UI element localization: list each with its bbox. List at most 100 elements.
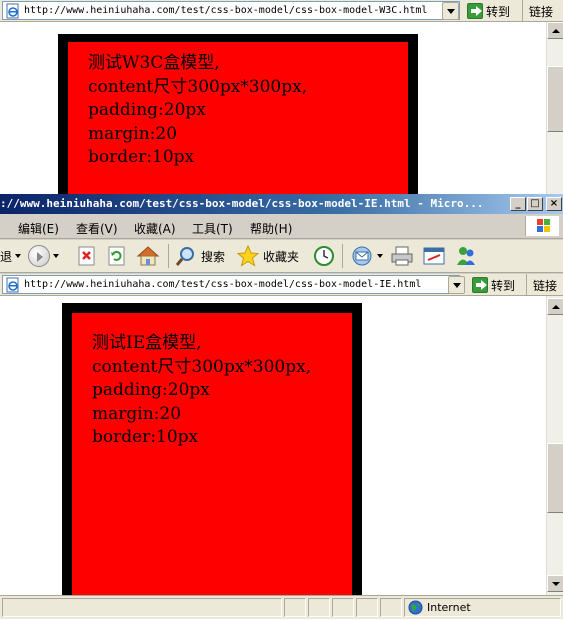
- toolbar-separator: [168, 244, 169, 268]
- chevron-down-icon: [452, 282, 461, 288]
- search-label: 搜索: [201, 249, 226, 264]
- favorites-button[interactable]: 收藏夹: [236, 244, 299, 268]
- page-viewport-w3c: 测试W3C盒模型, content尺寸300px*300px, padding:…: [0, 22, 546, 194]
- forward-button[interactable]: [28, 244, 59, 268]
- arrow-down-icon: [551, 581, 560, 586]
- w3c-line-3: padding:20px: [88, 100, 206, 120]
- go-label-w3c: 转到: [486, 4, 511, 19]
- scroll-down-button-ie[interactable]: [547, 575, 563, 592]
- address-url-ie: http://www.heiniuhaha.com/test/css-box-m…: [24, 279, 422, 290]
- search-icon: [175, 247, 194, 266]
- page-viewport-ie: 测试IE盒模型, content尺寸300px*300px, padding:2…: [0, 296, 546, 595]
- ie-page-icon: [6, 3, 19, 18]
- w3c-line-5: border:10px: [88, 147, 195, 167]
- go-button-w3c[interactable]: 转到: [465, 1, 512, 21]
- star-icon: [236, 245, 260, 267]
- scroll-thumb-w3c[interactable]: [547, 66, 563, 132]
- ie-line-3: padding:20px: [92, 380, 210, 400]
- mail-icon: [352, 246, 372, 266]
- home-icon: [136, 246, 160, 266]
- menu-edit[interactable]: 编辑(E): [18, 220, 59, 237]
- close-icon: ×: [549, 198, 559, 209]
- chevron-down-icon: [377, 254, 383, 258]
- print-button[interactable]: [390, 244, 414, 268]
- address-input-w3c[interactable]: http://www.heiniuhaha.com/test/css-box-m…: [2, 1, 460, 20]
- status-pane-blank-2: [356, 598, 378, 617]
- search-button[interactable]: 搜索: [174, 244, 225, 268]
- printer-icon: [391, 246, 413, 266]
- chevron-down-icon: [15, 254, 22, 258]
- refresh-button[interactable]: [106, 244, 128, 268]
- address-dropdown-w3c[interactable]: [442, 2, 459, 20]
- status-zone-pane: Internet: [404, 598, 561, 617]
- scroll-thumb-ie[interactable]: [547, 443, 563, 513]
- w3c-box-text: 测试W3C盒模型, content尺寸300px*300px, padding:…: [88, 52, 307, 170]
- maximize-icon: □: [530, 198, 540, 209]
- mail-button[interactable]: [350, 244, 383, 268]
- scroll-up-button-ie[interactable]: [547, 298, 563, 315]
- forward-icon: [28, 245, 50, 267]
- ie-line-2: content尺寸300px*300px,: [92, 356, 312, 377]
- toolbar-separator: [342, 244, 343, 268]
- stop-button[interactable]: [76, 244, 98, 268]
- stop-icon: [78, 246, 95, 266]
- ie-line-1: 测试IE盒模型,: [92, 333, 202, 353]
- chevron-down-icon: [446, 8, 455, 14]
- history-icon: [314, 246, 334, 266]
- minimize-button[interactable]: _: [510, 197, 526, 211]
- address-bar-w3c: http://www.heiniuhaha.com/test/css-box-m…: [0, 0, 563, 22]
- menu-tools[interactable]: 工具(T): [192, 220, 233, 237]
- refresh-icon: [108, 246, 125, 266]
- ie-box-text: 测试IE盒模型, content尺寸300px*300px, padding:2…: [92, 332, 311, 450]
- close-button[interactable]: ×: [546, 197, 562, 211]
- w3c-line-4: margin:20: [88, 123, 178, 144]
- arrow-up-icon: [551, 28, 560, 33]
- maximize-button[interactable]: □: [527, 197, 543, 211]
- address-input-ie[interactable]: http://www.heiniuhaha.com/test/css-box-m…: [2, 275, 460, 294]
- address-url-w3c: http://www.heiniuhaha.com/test/css-box-m…: [24, 5, 428, 16]
- ie-line-4: margin:20: [92, 403, 182, 424]
- go-label-ie: 转到: [491, 278, 516, 293]
- minimize-icon: _: [515, 198, 521, 209]
- favorites-label: 收藏夹: [263, 249, 300, 264]
- home-button[interactable]: [136, 244, 160, 268]
- status-pane-progress: [284, 598, 306, 617]
- menu-favorites[interactable]: 收藏(A): [134, 220, 176, 237]
- links-label-ie: 链接: [533, 278, 558, 293]
- back-button[interactable]: 退: [0, 244, 22, 268]
- chevron-down-icon: [53, 254, 59, 258]
- history-button[interactable]: [312, 244, 336, 268]
- address-dropdown-ie[interactable]: [448, 276, 465, 294]
- ie-line-5: border:10px: [92, 427, 199, 447]
- edit-page-icon: [423, 247, 445, 265]
- w3c-line-2: content尺寸300px*300px,: [88, 76, 308, 97]
- scrollbar-ie[interactable]: [546, 296, 563, 595]
- standard-toolbar: 退 搜索 收藏夹: [0, 240, 563, 273]
- address-bar-ie: http://www.heiniuhaha.com/test/css-box-m…: [0, 274, 563, 296]
- windows-flag-icon: [525, 216, 559, 236]
- scroll-up-button-w3c[interactable]: [547, 22, 563, 39]
- edit-page-button[interactable]: [422, 244, 446, 268]
- status-text-pane: [2, 598, 282, 617]
- go-arrow-icon: [467, 3, 483, 19]
- status-bar: Internet: [0, 595, 563, 619]
- links-button-ie[interactable]: 链接: [526, 274, 557, 296]
- zone-label: Internet: [427, 601, 471, 614]
- messenger-button[interactable]: [454, 244, 478, 268]
- menu-help[interactable]: 帮助(H): [250, 220, 292, 237]
- status-pane-blank-3: [380, 598, 402, 617]
- ie-page-icon: [6, 277, 19, 292]
- go-arrow-icon: [472, 277, 488, 293]
- status-pane-blank-1: [332, 598, 354, 617]
- back-label-fragment: 退: [0, 249, 13, 264]
- title-bar-ie[interactable]: ://www.heiniuhaha.com/test/css-box-model…: [0, 194, 563, 214]
- status-pane-lock: [308, 598, 330, 617]
- links-button-w3c[interactable]: 链接: [522, 0, 553, 22]
- links-label-w3c: 链接: [529, 4, 554, 19]
- go-button-ie[interactable]: 转到: [470, 275, 517, 295]
- scrollbar-w3c[interactable]: [546, 22, 563, 194]
- w3c-line-1: 测试W3C盒模型,: [88, 53, 220, 73]
- globe-icon: [408, 600, 423, 615]
- messenger-icon: [457, 247, 475, 265]
- menu-view[interactable]: 查看(V): [76, 220, 118, 237]
